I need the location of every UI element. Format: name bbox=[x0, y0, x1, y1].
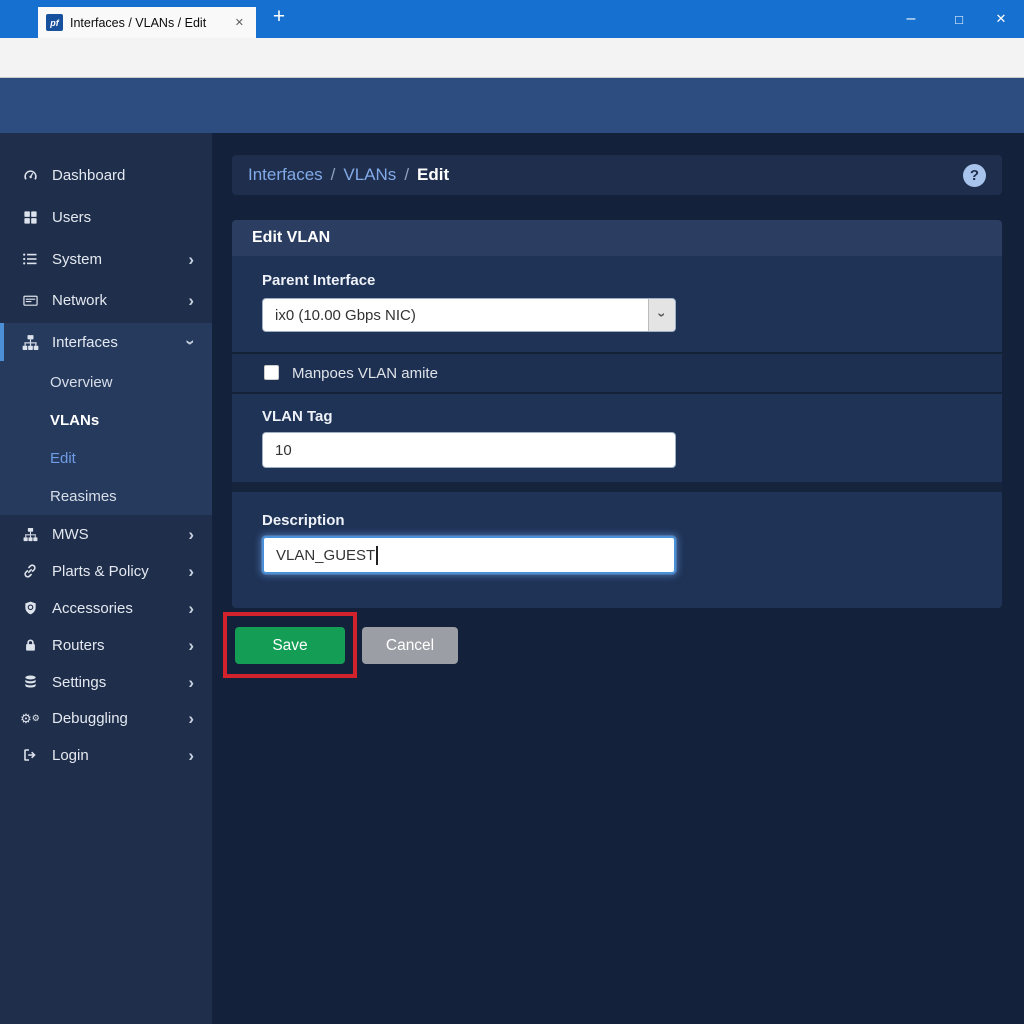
text-caret bbox=[376, 546, 378, 565]
main-content: Interfaces / VLANs / Edit ? Edit VLAN Pa… bbox=[212, 133, 1024, 1024]
sidebar-item-label: Interfaces bbox=[52, 334, 118, 351]
vlan-tag-label: VLAN Tag bbox=[262, 408, 333, 425]
vlan-checkbox-label[interactable]: Manpoes VLAN amite bbox=[292, 354, 438, 392]
sidebar-item-label: System bbox=[52, 251, 102, 268]
sidebar-item-system[interactable]: System › bbox=[0, 240, 212, 278]
sidebar-subitem-edit[interactable]: Edit bbox=[50, 439, 76, 477]
database-icon bbox=[20, 674, 40, 691]
browser-toolbar: ← → ↻ https://pfsense.modern.is/VLANs/Ed… bbox=[0, 38, 1024, 78]
description-row: Description VLAN_GUEST bbox=[232, 492, 1002, 608]
chevron-right-icon: › bbox=[188, 747, 194, 764]
sitemap-icon bbox=[20, 526, 40, 543]
save-button[interactable]: Save bbox=[235, 627, 345, 664]
breadcrumb-separator: / bbox=[404, 165, 409, 185]
breadcrumb-interfaces[interactable]: Interfaces bbox=[248, 165, 323, 185]
vlan-tag-input[interactable] bbox=[262, 432, 676, 468]
description-value: VLAN_GUEST bbox=[276, 547, 375, 564]
sidebar-item-network[interactable]: Network › bbox=[0, 281, 212, 319]
chevron-right-icon: › bbox=[188, 710, 194, 727]
system-list-icon bbox=[20, 251, 40, 268]
sidebar-item-interfaces[interactable]: Interfaces › bbox=[0, 323, 212, 361]
sidebar-subitem-reasimes[interactable]: Reasimes bbox=[50, 477, 117, 515]
sign-out-icon bbox=[20, 747, 40, 764]
sidebar-item-dashboard[interactable]: Dashboard bbox=[0, 156, 212, 194]
parent-interface-label: Parent Interface bbox=[262, 272, 375, 289]
sidebar-subitem-vlans[interactable]: VLANs bbox=[50, 401, 99, 439]
browser-tab[interactable]: pf Interfaces / VLANs / Edit ✕ bbox=[38, 7, 256, 38]
browser-titlebar: pf Interfaces / VLANs / Edit ✕ + – □ ✕ bbox=[0, 0, 1024, 38]
page-help-icon[interactable]: ? bbox=[963, 164, 986, 187]
sidebar-item-label: Dashboard bbox=[52, 167, 125, 184]
chevron-right-icon: › bbox=[188, 674, 194, 691]
window-close-button[interactable]: ✕ bbox=[980, 0, 1022, 38]
sidebar: Dashboard Users System › bbox=[0, 133, 212, 1024]
breadcrumb-vlans[interactable]: VLANs bbox=[343, 165, 396, 185]
network-card-icon bbox=[20, 292, 40, 309]
cancel-button[interactable]: Cancel bbox=[362, 627, 458, 664]
sidebar-item-label: Routers bbox=[52, 637, 105, 654]
parent-interface-row: Parent Interface ix0 (10.00 Gbps NIC) › bbox=[232, 256, 1002, 352]
gears-icon: ⚙⚙ bbox=[20, 710, 40, 727]
panel-title: Edit VLAN bbox=[232, 220, 1002, 256]
sidebar-item-label: Debuggling bbox=[52, 710, 128, 727]
sidebar-item-routers[interactable]: Routers › bbox=[0, 626, 212, 664]
breadcrumb-separator: / bbox=[331, 165, 336, 185]
window-maximize-button[interactable]: □ bbox=[938, 0, 980, 38]
sidebar-item-login[interactable]: Login › bbox=[0, 736, 212, 774]
lock-icon bbox=[20, 637, 40, 654]
vlan-tag-row: VLAN Tag bbox=[232, 394, 1002, 482]
sidebar-item-label: Plarts & Policy bbox=[52, 563, 149, 580]
vlan-tag-field[interactable] bbox=[275, 442, 663, 459]
sidebar-item-settings[interactable]: Settings › bbox=[0, 663, 212, 701]
app-header: pfsense® Stats VLANs Advanced ? bbox=[0, 78, 1024, 133]
chevron-right-icon: › bbox=[188, 637, 194, 654]
link-icon bbox=[20, 563, 40, 580]
select-chevron-down-icon[interactable]: › bbox=[648, 299, 675, 331]
tab-close-icon[interactable]: ✕ bbox=[231, 14, 248, 31]
new-tab-button[interactable]: + bbox=[266, 5, 292, 29]
sidebar-item-label: Settings bbox=[52, 674, 106, 691]
sidebar-item-users[interactable]: Users bbox=[0, 198, 212, 236]
edit-vlan-panel: Edit VLAN Parent Interface ix0 (10.00 Gb… bbox=[232, 220, 1002, 608]
window-minimize-button[interactable]: – bbox=[890, 0, 932, 38]
sidebar-item-label: Network bbox=[52, 292, 107, 309]
chevron-down-icon: › bbox=[183, 339, 200, 345]
section-gap bbox=[232, 482, 1002, 492]
sidebar-item-debuggling[interactable]: ⚙⚙ Debuggling › bbox=[0, 699, 212, 737]
vlan-checkbox-row: Manpoes VLAN amite bbox=[232, 354, 1002, 392]
chevron-right-icon: › bbox=[188, 600, 194, 617]
chevron-right-icon: › bbox=[188, 251, 194, 268]
parent-interface-select[interactable]: ix0 (10.00 Gbps NIC) › bbox=[262, 298, 676, 332]
sidebar-item-label: Accessories bbox=[52, 600, 133, 617]
tab-title: Interfaces / VLANs / Edit bbox=[70, 16, 231, 30]
sidebar-subitem-overview[interactable]: Overview bbox=[50, 363, 113, 401]
description-input[interactable]: VLAN_GUEST bbox=[262, 536, 676, 574]
breadcrumb-current: Edit bbox=[417, 165, 449, 185]
pfsense-favicon-icon: pf bbox=[46, 14, 63, 31]
sidebar-item-mws[interactable]: MWS › bbox=[0, 515, 212, 553]
vlan-checkbox[interactable] bbox=[264, 365, 279, 380]
breadcrumb: Interfaces / VLANs / Edit ? bbox=[232, 155, 1002, 195]
description-label: Description bbox=[262, 512, 345, 529]
chevron-right-icon: › bbox=[188, 292, 194, 309]
users-grid-icon bbox=[20, 209, 40, 226]
chevron-right-icon: › bbox=[188, 526, 194, 543]
shield-badge-icon bbox=[20, 600, 40, 617]
dashboard-gauge-icon bbox=[20, 167, 40, 184]
sidebar-item-accessories[interactable]: Accessories › bbox=[0, 589, 212, 627]
sidebar-item-label: Users bbox=[52, 209, 91, 226]
screen: pf Interfaces / VLANs / Edit ✕ + – □ ✕ ←… bbox=[0, 0, 1024, 1024]
sidebar-item-label: Login bbox=[52, 747, 89, 764]
sidebar-item-label: MWS bbox=[52, 526, 89, 543]
chevron-right-icon: › bbox=[188, 563, 194, 580]
sidebar-item-plarts-policy[interactable]: Plarts & Policy › bbox=[0, 552, 212, 590]
sitemap-icon bbox=[20, 334, 40, 351]
parent-interface-value: ix0 (10.00 Gbps NIC) bbox=[275, 307, 648, 324]
